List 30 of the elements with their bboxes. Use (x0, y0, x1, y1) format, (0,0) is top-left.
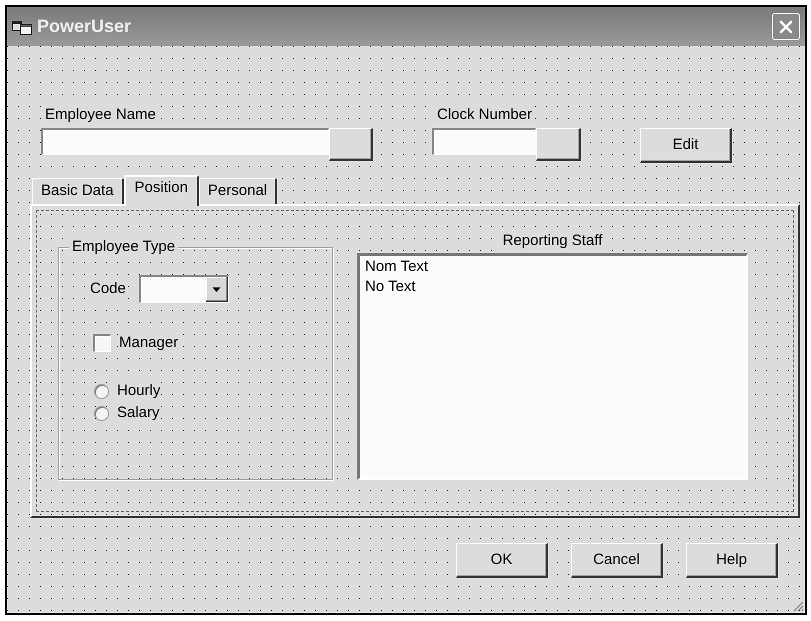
blank-button[interactable] (329, 128, 373, 161)
radio-label: Hourly (117, 381, 160, 401)
radio-button[interactable] (94, 384, 109, 398)
close-icon (779, 20, 793, 34)
checkbox-label: Manager (119, 333, 178, 353)
tab[interactable]: Personal (198, 178, 278, 204)
radio-label: Salary (117, 403, 160, 423)
list-item[interactable]: No Text (365, 277, 416, 297)
dialog-button[interactable]: Cancel (571, 543, 663, 578)
dialog-button[interactable]: OK (456, 543, 548, 578)
caret-icon (206, 277, 228, 302)
reporting-staff-list[interactable]: Nom Text No Text (357, 253, 748, 480)
field-label: Code (90, 279, 126, 299)
code-dropdown[interactable] (138, 275, 229, 303)
blank-button[interactable] (536, 128, 581, 161)
tab[interactable]: Position (124, 175, 199, 206)
close-button[interactable] (772, 13, 800, 40)
checkbox[interactable] (93, 334, 111, 352)
app-windows-icon (12, 18, 32, 34)
employee-name-field[interactable] (41, 128, 329, 155)
radio-button[interactable] (94, 406, 109, 420)
field-label: Employee Name (44, 105, 157, 125)
group-title: Employee Type (69, 237, 178, 257)
clock-number-field[interactable] (432, 128, 536, 155)
window-title: PowerUser (37, 15, 132, 38)
resize-grip-icon[interactable] (792, 600, 804, 612)
edit-button[interactable]: Edit (640, 128, 732, 163)
list-item[interactable]: Nom Text (365, 257, 428, 277)
tab[interactable]: Basic Data (32, 178, 124, 204)
dialog-button[interactable]: Help (686, 543, 778, 578)
